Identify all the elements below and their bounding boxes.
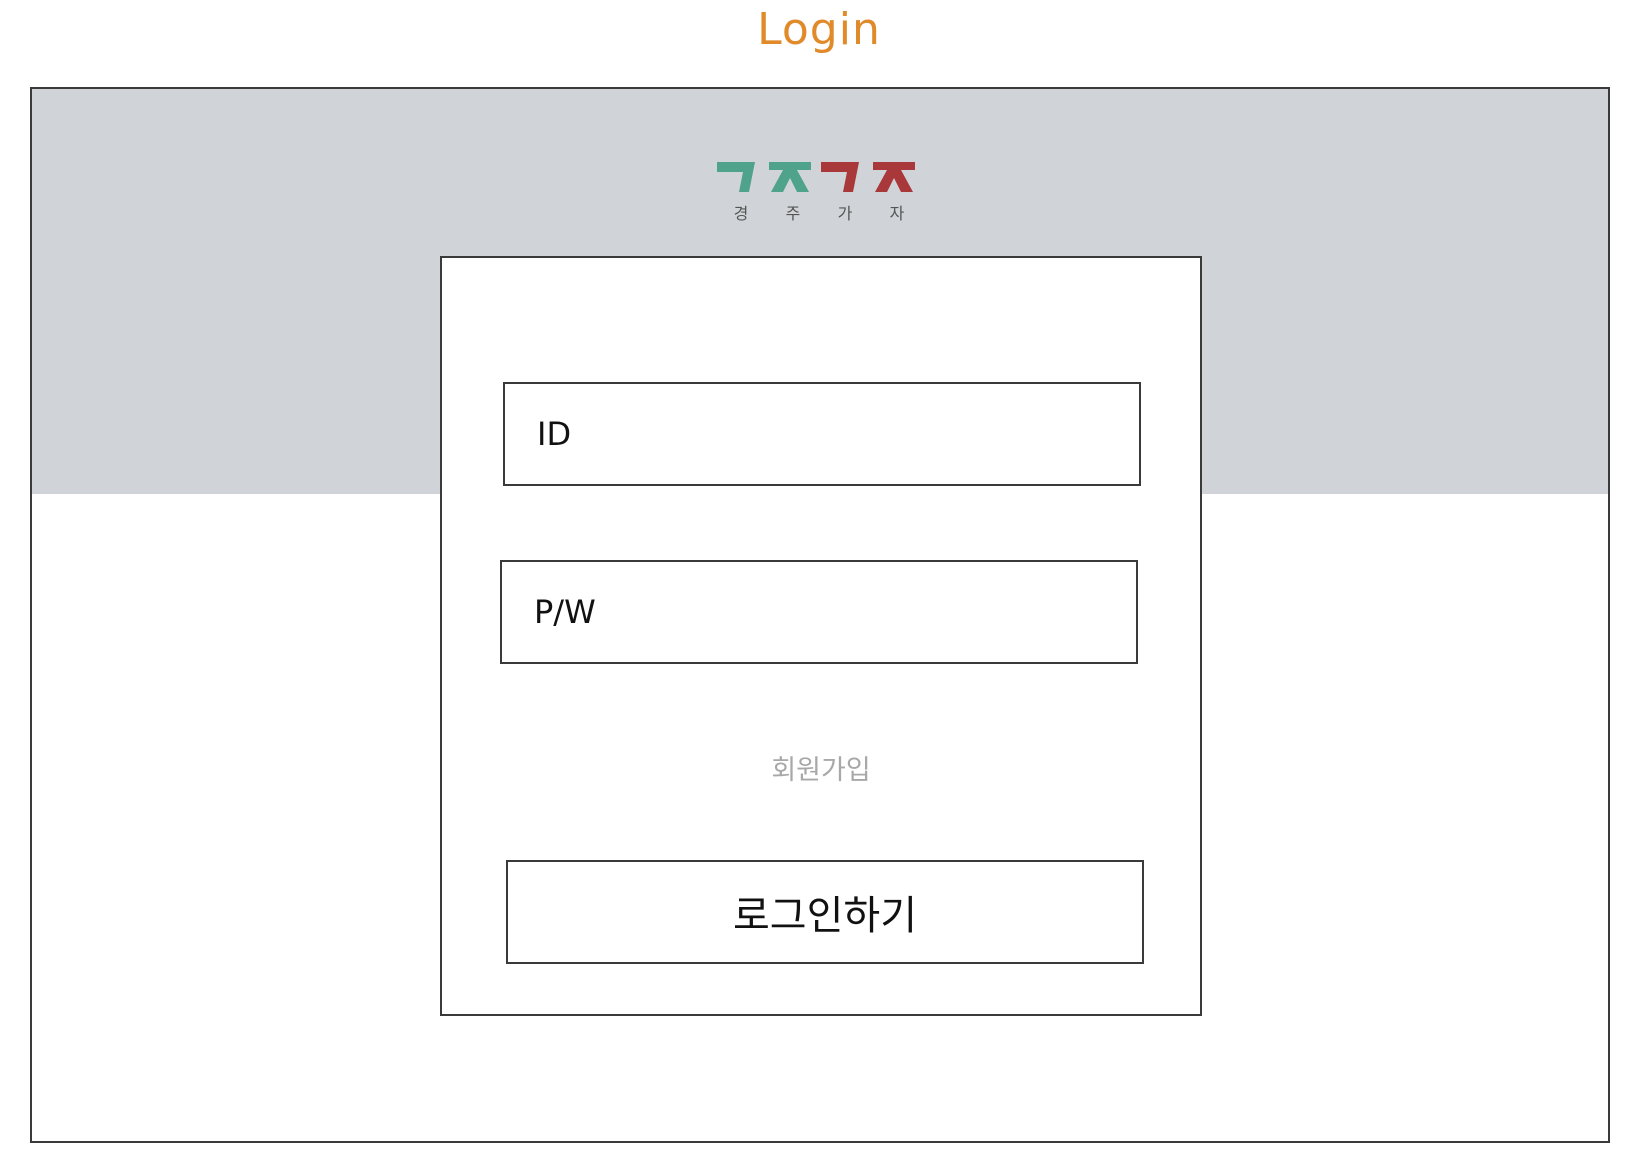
logo-mark <box>715 160 935 194</box>
logo-glyph-giyeok-green <box>717 162 755 192</box>
logo-letter: 자 <box>889 204 905 223</box>
id-input-placeholder: ID <box>537 415 572 453</box>
signup-link[interactable]: 회원가입 <box>442 748 1200 787</box>
logo-letter: 가 <box>837 204 853 223</box>
logo-wordmark: 경 주 가 자 <box>715 200 935 224</box>
id-input[interactable]: ID <box>503 382 1141 486</box>
brand-logo: 경 주 가 자 <box>715 160 935 230</box>
password-input-placeholder: P/W <box>534 593 596 631</box>
password-input[interactable]: P/W <box>500 560 1138 664</box>
login-button-label: 로그인하기 <box>733 893 917 939</box>
page-title: Login <box>757 4 881 55</box>
logo-glyph-jieut-green <box>769 162 811 192</box>
logo-glyph-jieut-red <box>873 162 915 192</box>
logo-glyph-giyeok-red <box>821 162 859 192</box>
login-button[interactable]: 로그인하기 <box>506 860 1144 964</box>
logo-letter: 경 <box>733 204 749 223</box>
logo-letter: 주 <box>785 204 801 223</box>
login-card: ID P/W 회원가입 로그인하기 <box>440 256 1202 1016</box>
login-screen-frame: 경 주 가 자 ID P/W 회원가입 로그인하기 <box>30 87 1610 1143</box>
